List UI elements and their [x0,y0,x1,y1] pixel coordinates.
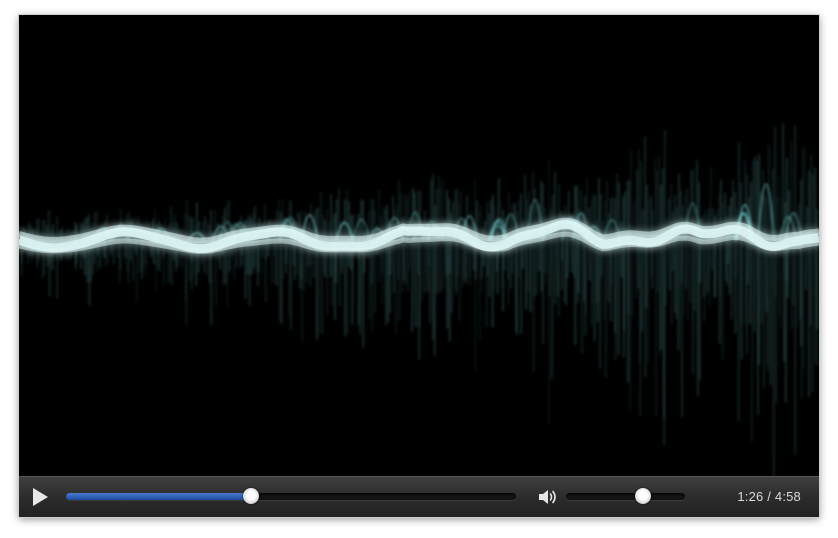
speaker-icon [539,490,556,504]
play-button[interactable] [29,486,51,508]
volume-button[interactable] [537,487,559,507]
play-icon [33,488,48,506]
volume-handle[interactable] [635,488,652,504]
time-display: 1:26 / 4:58 [737,489,801,504]
total-duration: 4:58 [774,489,801,504]
seek-bar[interactable] [66,488,516,504]
video-player: 1:26 / 4:58 [19,15,819,517]
current-time: 1:26 [737,489,764,504]
seek-progress-fill [66,493,251,500]
control-bar: 1:26 / 4:58 [19,476,819,517]
video-frame[interactable] [19,15,819,476]
time-separator: / [763,489,775,504]
waveform-visual [19,123,819,476]
volume-slider[interactable] [566,488,685,504]
seek-handle[interactable] [242,488,259,504]
